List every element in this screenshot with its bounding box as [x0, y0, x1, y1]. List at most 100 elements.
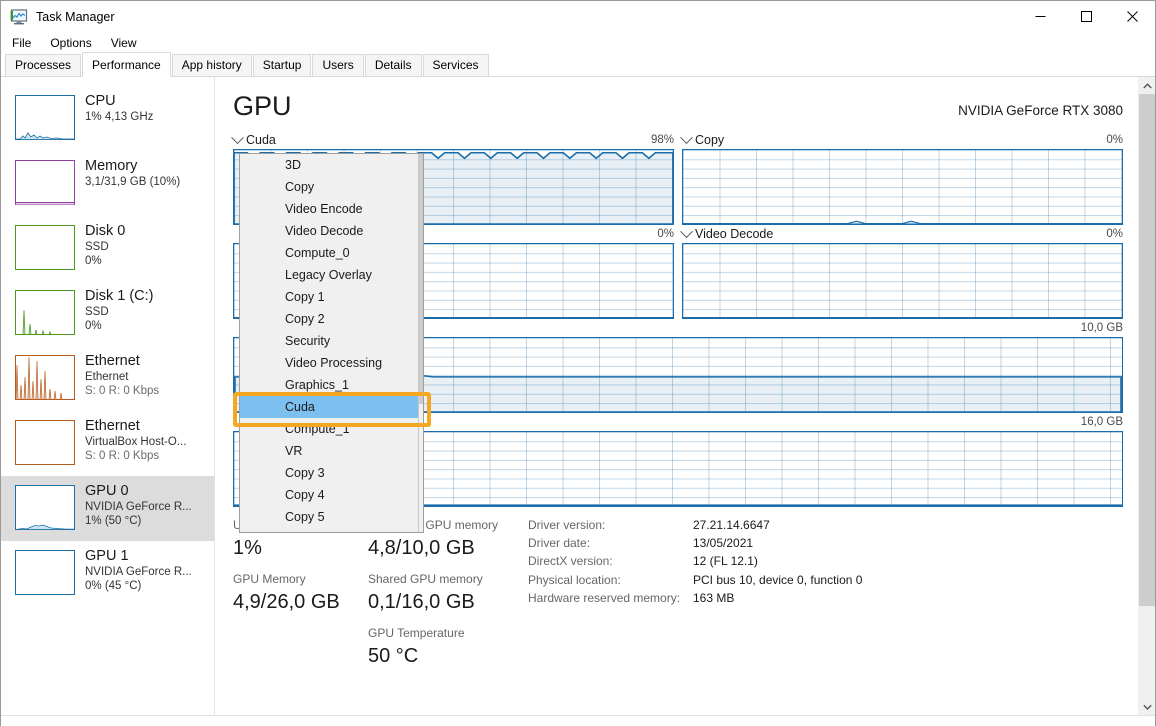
tab-users[interactable]: Users [312, 54, 363, 77]
info-key: Driver version: [528, 516, 693, 534]
info-key: DirectX version: [528, 552, 693, 570]
tab-performance[interactable]: Performance [82, 52, 171, 77]
info-row-driver-date: Driver date: 13/05/2021 [528, 534, 1155, 552]
sidebar-item-disk-0[interactable]: Disk 0 SSD 0% [1, 216, 214, 281]
sidebar-item-sub2: 0% (45 °C) [85, 579, 192, 593]
info-row-hardware-reserved-memory: Hardware reserved memory: 163 MB [528, 589, 1155, 607]
panel-header: GPU NVIDIA GeForce RTX 3080 [233, 91, 1155, 131]
sidebar-item-title: GPU 1 [85, 548, 192, 565]
sidebar-item-ethernet-2[interactable]: Ethernet VirtualBox Host-O... S: 0 R: 0 … [1, 411, 214, 476]
sidebar-item-title: CPU [85, 93, 153, 110]
maximize-icon [1081, 11, 1092, 22]
page-title: GPU [233, 91, 292, 122]
stat-value-gpu-temperature: 50 °C [368, 643, 528, 670]
sidebar-item-cpu[interactable]: CPU 1% 4,13 GHz [1, 86, 214, 151]
scrollbar-thumb[interactable] [1139, 94, 1155, 606]
dropdown-scrollbar-thumb[interactable] [419, 154, 423, 404]
disk1-thumbnail-graph [15, 290, 75, 335]
dropdown-item-video-decode[interactable]: Video Decode [240, 220, 423, 242]
dropdown-item-copy-5[interactable]: Copy 5 [240, 506, 423, 528]
tab-services[interactable]: Services [423, 54, 489, 77]
sidebar-item-ethernet-1[interactable]: Ethernet Ethernet S: 0 R: 0 Kbps [1, 346, 214, 411]
stat-value-shared-gpu-memory: 0,1/16,0 GB [368, 589, 528, 616]
title-bar: Task Manager [1, 1, 1155, 32]
window-controls [1017, 1, 1155, 32]
stats-column-1: Utilization 1% GPU Memory 4,9/26,0 GB [233, 515, 368, 677]
dropdown-item-video-encode[interactable]: Video Encode [240, 198, 423, 220]
info-value: 13/05/2021 [693, 534, 753, 552]
menu-item-file[interactable]: File [10, 34, 40, 53]
scroll-up-arrow-icon[interactable] [1139, 77, 1155, 94]
dropdown-item-cuda[interactable]: Cuda [240, 396, 423, 418]
maximize-button[interactable] [1063, 1, 1109, 32]
dropdown-item-copy-4[interactable]: Copy 4 [240, 484, 423, 506]
graph-max-value: 0% [657, 228, 674, 240]
device-label: NVIDIA GeForce RTX 3080 [958, 103, 1123, 118]
tab-processes[interactable]: Processes [5, 54, 81, 77]
menu-item-options[interactable]: Options [48, 34, 100, 53]
info-key: Hardware reserved memory: [528, 589, 693, 607]
sidebar-text: Ethernet VirtualBox Host-O... S: 0 R: 0 … [85, 418, 186, 463]
info-value: PCI bus 10, device 0, function 0 [693, 571, 862, 589]
graph-engine-name: Copy [695, 133, 724, 147]
close-button[interactable] [1109, 1, 1155, 32]
sidebar-text: Disk 0 SSD 0% [85, 223, 125, 268]
dropdown-item-copy-2[interactable]: Copy 2 [240, 308, 423, 330]
tab-details[interactable]: Details [365, 54, 422, 77]
sidebar-item-sub2: 0% [85, 319, 153, 333]
dropdown-scrollbar[interactable] [418, 154, 423, 532]
stat-label-gpu-memory: GPU Memory [233, 569, 368, 589]
tab-startup[interactable]: Startup [253, 54, 312, 77]
dropdown-item-compute-0[interactable]: Compute_0 [240, 242, 423, 264]
graph-engine-selector-copy[interactable]: Copy [682, 133, 724, 147]
sidebar-text: Memory 3,1/31,9 GB (10%) [85, 158, 180, 189]
dropdown-item-graphics-1[interactable]: Graphics_1 [240, 374, 423, 396]
graph-engine-selector-cuda[interactable]: Cuda [233, 133, 276, 147]
sidebar-item-gpu-0[interactable]: GPU 0 NVIDIA GeForce R... 1% (50 °C) [1, 476, 214, 541]
gpu0-thumbnail-graph [15, 485, 75, 530]
main-vertical-scrollbar[interactable] [1138, 77, 1155, 715]
sidebar-item-sub2: 0% [85, 254, 125, 268]
sidebar-item-sub1: NVIDIA GeForce R... [85, 500, 192, 514]
engine-dropdown-menu[interactable]: 3D Copy Video Encode Video Decode Comput… [239, 153, 424, 533]
graph-copy [682, 149, 1123, 225]
graph-engine-name: Cuda [246, 133, 276, 147]
disk0-thumbnail-graph [15, 225, 75, 270]
dropdown-item-copy-3[interactable]: Copy 3 [240, 462, 423, 484]
tab-app-history[interactable]: App history [172, 54, 252, 77]
dropdown-item-legacy-overlay[interactable]: Legacy Overlay [240, 264, 423, 286]
sidebar-item-title: GPU 0 [85, 483, 192, 500]
dropdown-item-compute-1[interactable]: Compute_1 [240, 418, 423, 440]
chevron-down-icon [680, 131, 693, 144]
graph-engine-selector-video-decode[interactable]: Video Decode [682, 227, 773, 241]
dropdown-item-copy-1[interactable]: Copy 1 [240, 286, 423, 308]
sidebar-item-sub1: SSD [85, 240, 125, 254]
sidebar-text: GPU 0 NVIDIA GeForce R... 1% (50 °C) [85, 483, 192, 528]
sidebar-item-sub1: SSD [85, 305, 153, 319]
dropdown-item-vr[interactable]: VR [240, 440, 423, 462]
dropdown-item-copy[interactable]: Copy [240, 176, 423, 198]
sidebar-item-sub2: 1% (50 °C) [85, 514, 192, 528]
sidebar-item-gpu-1[interactable]: GPU 1 NVIDIA GeForce R... 0% (45 °C) [1, 541, 214, 606]
stat-value-dedicated-gpu-memory: 4,8/10,0 GB [368, 535, 528, 562]
stats-column-3: Driver version: 27.21.14.6647 Driver dat… [528, 515, 1155, 677]
sidebar-item-disk-1[interactable]: Disk 1 (C:) SSD 0% [1, 281, 214, 346]
info-row-driver-version: Driver version: 27.21.14.6647 [528, 516, 1155, 534]
sidebar-text: Ethernet Ethernet S: 0 R: 0 Kbps [85, 353, 159, 398]
scroll-down-arrow-icon[interactable] [1139, 698, 1155, 715]
info-value: 27.21.14.6647 [693, 516, 770, 534]
dropdown-item-video-processing[interactable]: Video Processing [240, 352, 423, 374]
window-title: Task Manager [36, 10, 115, 24]
menu-item-view[interactable]: View [109, 34, 146, 53]
sidebar-item-title: Disk 1 (C:) [85, 288, 153, 305]
shared-memory-max: 16,0 GB [1081, 416, 1123, 428]
graph-max-value: 0% [1106, 134, 1123, 146]
sidebar-item-memory[interactable]: Memory 3,1/31,9 GB (10%) [1, 151, 214, 216]
minimize-button[interactable] [1017, 1, 1063, 32]
info-value: 12 (FL 12.1) [693, 552, 758, 570]
cpu-thumbnail-graph [15, 95, 75, 140]
dropdown-list: 3D Copy Video Encode Video Decode Comput… [240, 154, 423, 528]
dropdown-item-security[interactable]: Security [240, 330, 423, 352]
dropdown-item-3d[interactable]: 3D [240, 154, 423, 176]
info-row-directx-version: DirectX version: 12 (FL 12.1) [528, 552, 1155, 570]
